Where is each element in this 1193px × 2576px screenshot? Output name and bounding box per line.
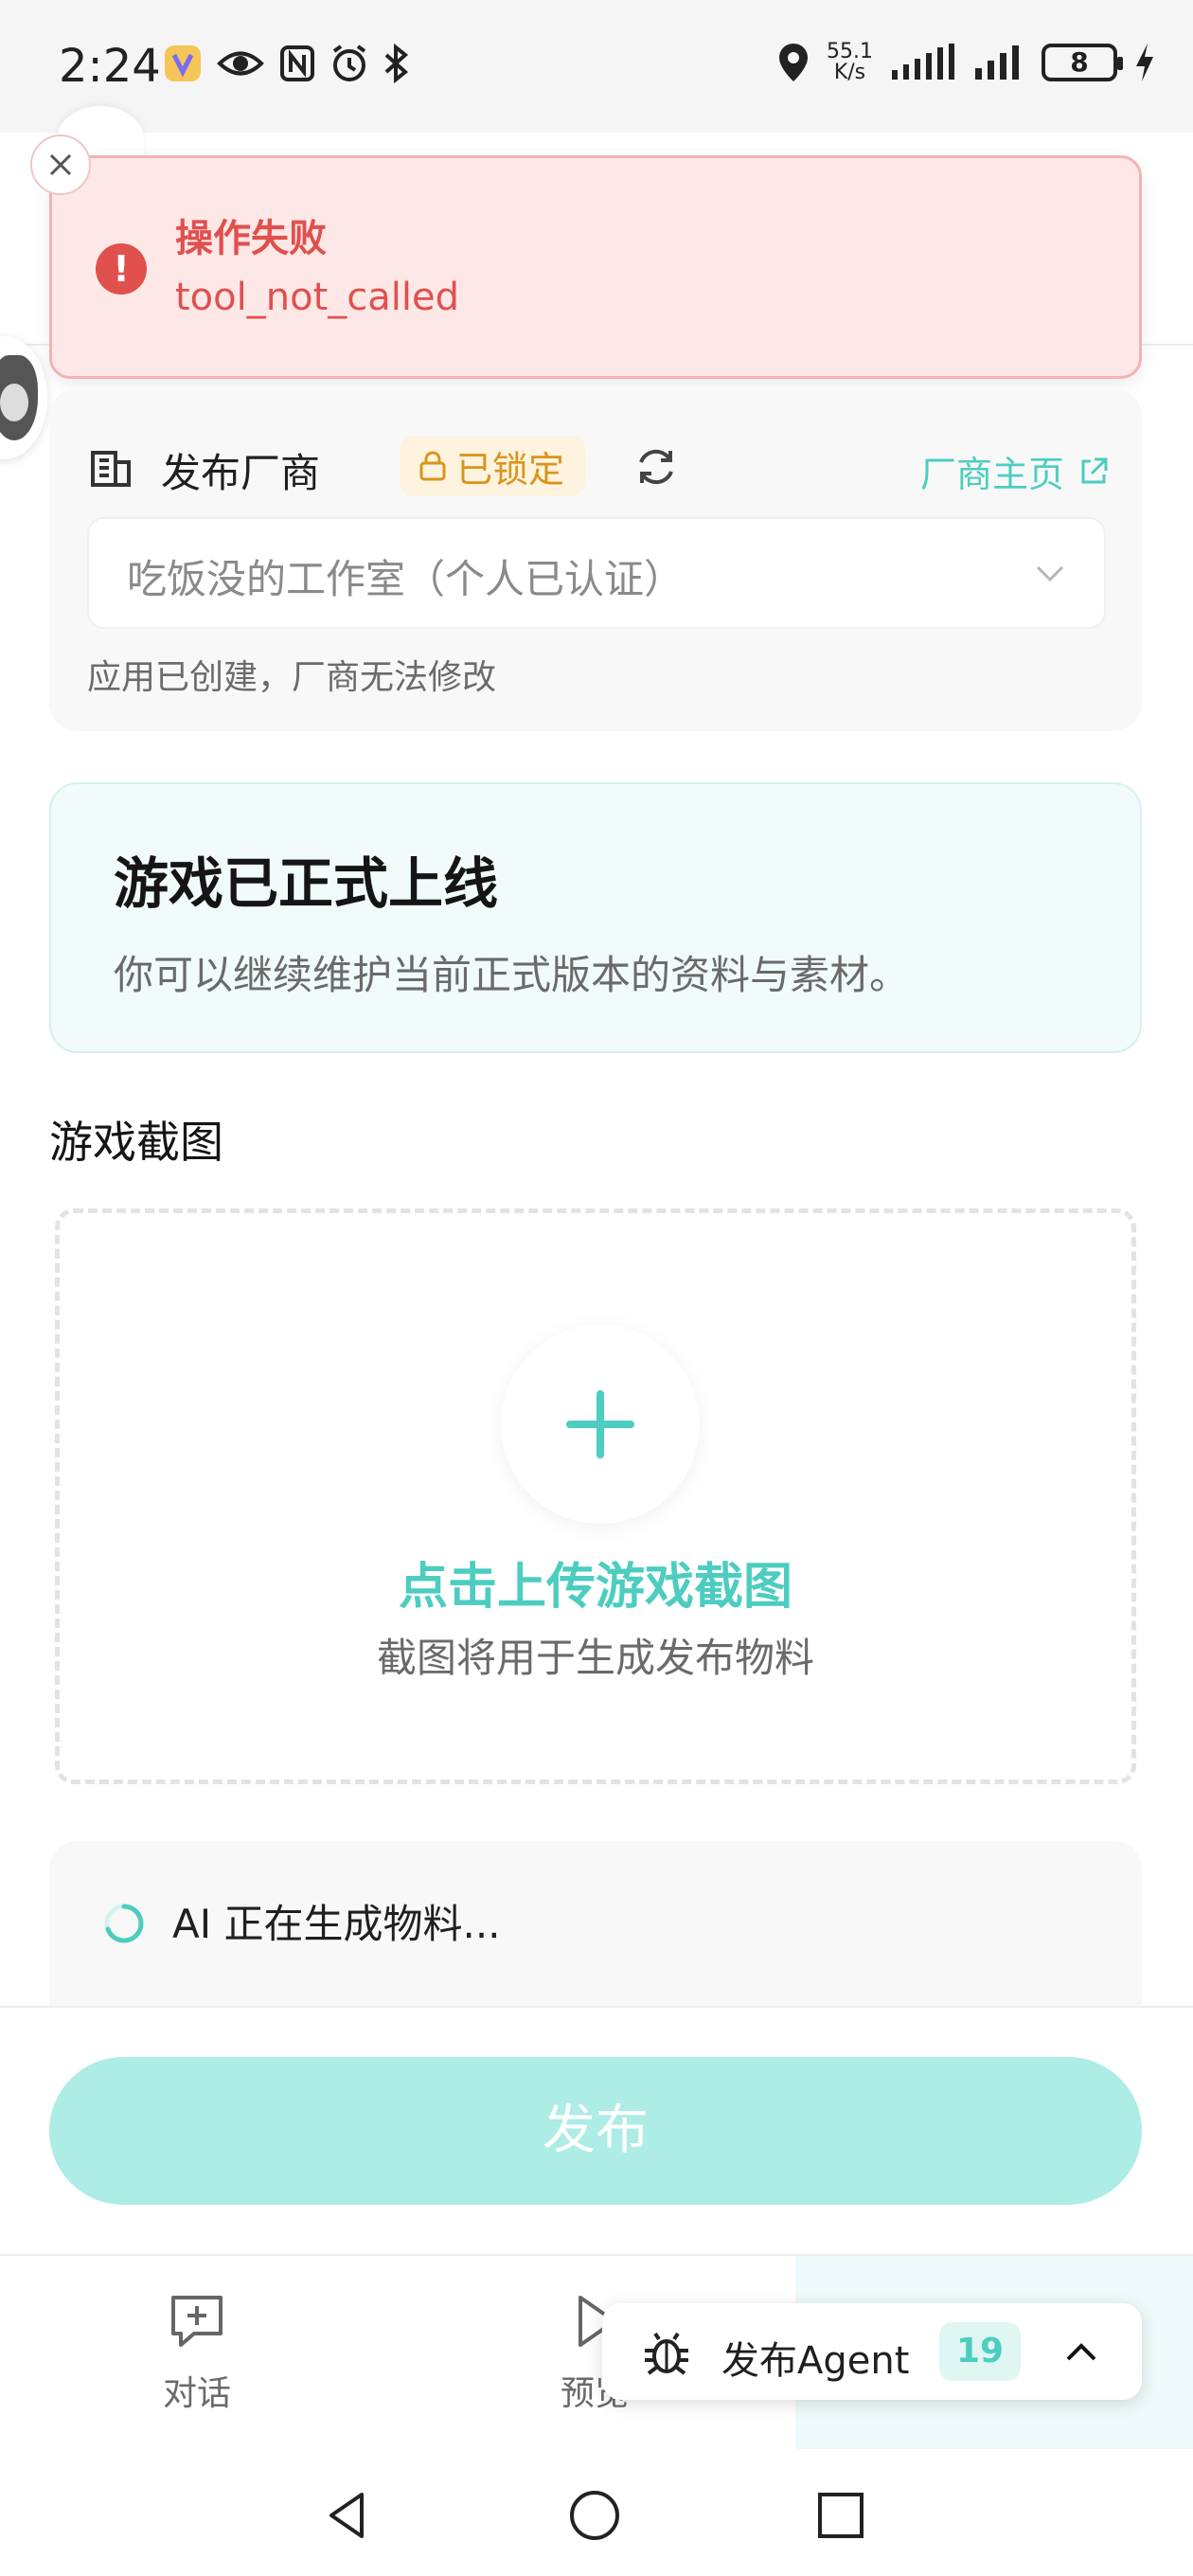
status-bar: 2:24 55.1 K/s 8 bbox=[0, 0, 1193, 133]
vendor-select[interactable]: 吃饭没的工作室（个人已认证） bbox=[87, 517, 1106, 629]
toast-title: 操作失败 bbox=[175, 217, 327, 260]
loading-spinner-icon bbox=[104, 1904, 144, 1943]
publish-agent-chip[interactable]: 发布Agent 19 bbox=[602, 2303, 1142, 2400]
bug-icon bbox=[645, 2332, 688, 2375]
toast-close-button[interactable] bbox=[30, 134, 91, 195]
close-icon bbox=[49, 153, 72, 176]
signal-1-icon bbox=[892, 44, 954, 80]
plus-icon bbox=[566, 1390, 634, 1458]
vendor-home-label: 厂商主页 bbox=[919, 454, 1064, 495]
alarm-icon bbox=[332, 45, 366, 81]
vendor-select-value: 吃饭没的工作室（个人已认证） bbox=[127, 556, 685, 602]
agent-label: 发布Agent bbox=[721, 2339, 910, 2383]
external-link-icon bbox=[1081, 457, 1108, 483]
status-time: 2:24 bbox=[59, 40, 161, 93]
app-badge-icon bbox=[165, 45, 201, 81]
upload-subtitle: 截图将用于生成发布物料 bbox=[376, 1635, 814, 1681]
upload-plus-button[interactable] bbox=[501, 1325, 700, 1524]
nfc-icon bbox=[280, 45, 314, 81]
refresh-icon[interactable] bbox=[632, 443, 680, 491]
error-icon: ! bbox=[96, 243, 147, 295]
location-icon bbox=[779, 44, 809, 81]
back-nav-icon[interactable] bbox=[320, 2487, 377, 2544]
home-nav-icon[interactable] bbox=[566, 2487, 623, 2544]
signal-2-icon bbox=[975, 45, 1019, 80]
lock-icon bbox=[419, 451, 446, 481]
net-speed: 55.1 K/s bbox=[827, 40, 873, 84]
side-avatar[interactable] bbox=[0, 336, 47, 459]
vendor-label: 发布厂商 bbox=[161, 450, 321, 496]
ai-generating-card: AI 正在生成物料... bbox=[49, 1841, 1142, 2012]
vendor-row: 发布厂商 已锁定 厂商主页 bbox=[87, 436, 1110, 502]
toast-message: tool_not_called bbox=[175, 276, 459, 319]
status-right-icons: 55.1 K/s 8 bbox=[777, 42, 1155, 83]
publish-area: 发布 bbox=[0, 2006, 1193, 2254]
vendor-note: 应用已创建，厂商无法修改 bbox=[87, 658, 497, 697]
eye-icon bbox=[217, 51, 264, 76]
error-toast: ! 操作失败 tool_not_called bbox=[49, 155, 1142, 379]
locked-label: 已锁定 bbox=[456, 448, 565, 491]
charging-icon bbox=[1136, 44, 1153, 81]
chat-add-icon bbox=[171, 2296, 223, 2347]
agent-count-badge: 19 bbox=[939, 2322, 1021, 2381]
publish-button[interactable]: 发布 bbox=[49, 2057, 1142, 2205]
locked-badge: 已锁定 bbox=[400, 436, 586, 496]
screenshot-upload-area[interactable]: 点击上传游戏截图 截图将用于生成发布物料 bbox=[55, 1208, 1136, 1784]
upload-title: 点击上传游戏截图 bbox=[398, 1559, 792, 1616]
ai-status-text: AI 正在生成物料... bbox=[172, 1901, 501, 1947]
building-icon bbox=[91, 451, 131, 487]
screenshots-section-title: 游戏截图 bbox=[49, 1117, 223, 1168]
recents-nav-icon[interactable] bbox=[812, 2487, 869, 2544]
tab-chat-label: 对话 bbox=[162, 2374, 231, 2413]
online-description: 你可以继续维护当前正式版本的资料与素材。 bbox=[114, 952, 910, 998]
online-title: 游戏已正式上线 bbox=[114, 851, 499, 916]
bluetooth-icon bbox=[384, 44, 409, 83]
vendor-card: 发布厂商 已锁定 厂商主页 吃饭没的工作室（个人已认证） 应用已创建，厂商无法修… bbox=[49, 388, 1142, 731]
chevron-down-icon bbox=[1036, 565, 1064, 582]
system-nav-bar bbox=[0, 2449, 1193, 2576]
online-status-card: 游戏已正式上线 你可以继续维护当前正式版本的资料与素材。 bbox=[49, 782, 1142, 1053]
status-left-icons bbox=[163, 44, 409, 83]
tab-chat[interactable]: 对话 bbox=[102, 2290, 292, 2415]
battery-indicator: 8 bbox=[1042, 44, 1123, 81]
vendor-home-link[interactable]: 厂商主页 bbox=[920, 445, 1110, 497]
chevron-up-icon[interactable] bbox=[1062, 2334, 1100, 2371]
